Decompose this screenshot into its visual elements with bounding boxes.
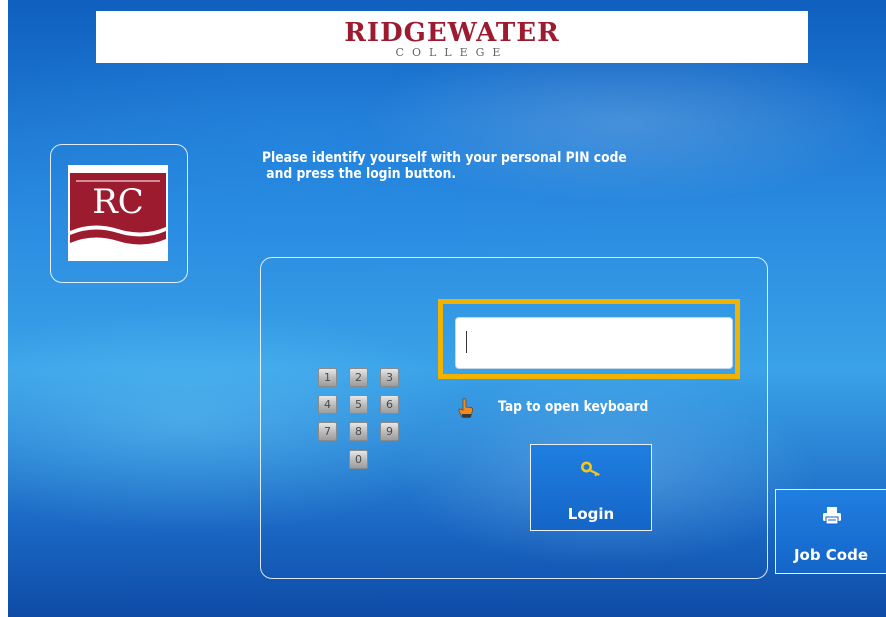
key-icon (581, 461, 600, 477)
keypad-key-7[interactable]: 7 (318, 422, 337, 441)
keypad-key-4[interactable]: 4 (318, 395, 337, 414)
login-instruction: Please identify yourself with your perso… (262, 150, 627, 182)
text-cursor (466, 331, 467, 353)
pin-input[interactable] (455, 317, 733, 369)
college-subtitle: COLLEGE (395, 46, 509, 59)
college-logo: RC (68, 165, 168, 261)
keypad-key-8[interactable]: 8 (349, 422, 368, 441)
job-code-button-label: Job Code (793, 546, 869, 564)
keypad-key-9[interactable]: 9 (380, 422, 399, 441)
rc-logo-icon: RC (68, 165, 168, 261)
logo-panel: RC (50, 144, 188, 283)
college-name: RIDGEWATER (344, 18, 560, 48)
keypad-key-0[interactable]: 0 (349, 450, 368, 469)
keypad-key-2[interactable]: 2 (349, 368, 368, 387)
keypad-key-1[interactable]: 1 (318, 368, 337, 387)
keypad-key-3[interactable]: 3 (380, 368, 399, 387)
login-button[interactable]: Login (530, 444, 652, 531)
printer-icon (823, 507, 841, 525)
pointing-hand-icon (458, 398, 473, 418)
open-keyboard-label: Tap to open keyboard (498, 399, 649, 415)
logo-initials: RC (92, 182, 144, 222)
college-banner: RIDGEWATER COLLEGE (96, 11, 808, 63)
keypad-key-5[interactable]: 5 (349, 395, 368, 414)
keypad-key-6[interactable]: 6 (380, 395, 399, 414)
login-button-label: Login (567, 505, 615, 523)
job-code-button[interactable]: Job Code (775, 489, 886, 574)
